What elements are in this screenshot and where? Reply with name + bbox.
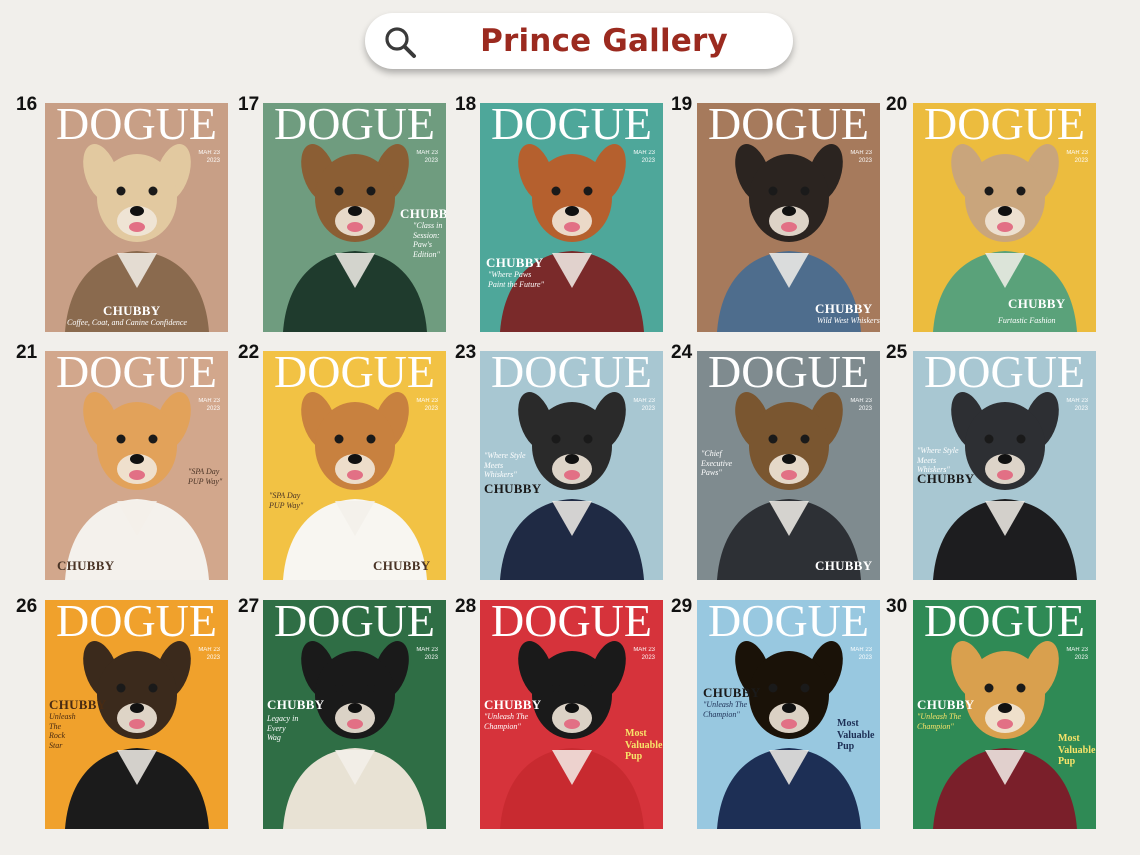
- cover-headline: Most Valuable Pup: [837, 718, 875, 752]
- masthead: DOGUE: [56, 600, 217, 646]
- cover-number: 19: [671, 94, 693, 115]
- cover-number: 17: [238, 94, 260, 115]
- magazine-cover-24[interactable]: DOGUE MAR 23 2023 CHUBBY "Chief Executive P…: [697, 351, 880, 580]
- magazine-cover-20[interactable]: DOGUE MAR 23 2023 CHUBBY Furtastic Fashion: [913, 103, 1096, 332]
- issue-date: MAR 23 2023: [416, 150, 438, 165]
- magazine-cover-25[interactable]: DOGUE MAR 23 2023 CHUBBY "Where Style Meets…: [913, 351, 1096, 580]
- issue-date: MAR 23 2023: [633, 647, 655, 662]
- cover-tagline: "SPA Day PUP Way": [269, 491, 304, 510]
- brand-label: CHUBBY: [103, 303, 161, 318]
- cover-number: 23: [455, 342, 477, 363]
- brand-label: CHUBBY: [917, 697, 975, 712]
- cover-tagline: "Where Style Meets Whiskers": [484, 451, 526, 480]
- cover-tagline: "Chief Executive Paws": [701, 449, 733, 478]
- issue-date: MAR 23 2023: [1066, 150, 1088, 165]
- brand-label: CHUBBY: [57, 558, 115, 573]
- cover-grid: 16 DOGUE MAR 23 2023 CHUBBY Coffee, Coat, an…: [0, 0, 1140, 855]
- issue-date: MAR 23 2023: [850, 150, 872, 165]
- cover-number: 25: [886, 342, 908, 363]
- magazine-cover-18[interactable]: DOGUE MAR 23 2023 CHUBBY "Where Paws Paint …: [480, 103, 663, 332]
- issue-date: MAR 23 2023: [416, 647, 438, 662]
- cover-tagline: "Where Style Meets Whiskers": [917, 446, 959, 475]
- issue-date: MAR 23 2023: [1066, 647, 1088, 662]
- cover-number: 27: [238, 596, 260, 617]
- magazine-cover-17[interactable]: DOGUEMAR 23 2023 CHUBBY"Class in Session:…: [263, 103, 446, 332]
- cover-headline: Most Valuable Pup: [625, 728, 663, 762]
- masthead: DOGUE: [491, 103, 652, 149]
- masthead: DOGUE: [708, 103, 869, 149]
- cover-tagline: "Unleash The Champion": [703, 700, 748, 719]
- masthead: DOGUE: [708, 600, 869, 646]
- issue-date: MAR 23 2023: [633, 398, 655, 413]
- magazine-cover-26[interactable]: DOGUE MAR 23 2023 CHUBBY Unleash The Rock S…: [45, 600, 228, 829]
- cover-number: 20: [886, 94, 908, 115]
- magazine-cover-22[interactable]: DOGUE MAR 23 2023 CHUBBY "SPA Day PUP Way": [263, 351, 446, 580]
- masthead: DOGUE: [274, 351, 435, 397]
- cover-number: 30: [886, 596, 908, 617]
- issue-date: MAR 23 2023: [633, 150, 655, 165]
- brand-label: CHUBBY: [400, 206, 446, 221]
- cover-number: 24: [671, 342, 693, 363]
- magazine-cover-21[interactable]: DOGUE MAR 23 2023 CHUBBY "SPA Day PUP Way": [45, 351, 228, 580]
- magazine-cover-28[interactable]: DOGUE MAR 23 2023 CHUBBY "Unleash The Champ…: [480, 600, 663, 829]
- magazine-cover-19[interactable]: DOGUE MAR 23 2023 CHUBBY Wild West Whiskers: [697, 103, 880, 332]
- brand-label: CHUBBY: [484, 697, 542, 712]
- brand-label: CHUBBY: [267, 697, 325, 712]
- cover-tagline: "Unleash The Champion": [484, 712, 529, 731]
- cover-tagline: Legacy in Every Wag: [267, 714, 299, 743]
- issue-date: MAR 23 2023: [198, 398, 220, 413]
- masthead: DOGUE: [56, 351, 217, 397]
- cover-tagline: Furtastic Fashion: [998, 316, 1056, 325]
- brand-label: CHUBBY: [486, 255, 544, 270]
- cover-tagline: "Unleash The Champion": [917, 712, 962, 731]
- cover-tagline: "Where Paws Paint the Future": [488, 270, 544, 289]
- masthead: DOGUE: [56, 103, 217, 149]
- cover-tagline: "Class in Session: Paw's Edition": [413, 221, 443, 259]
- issue-date: MAR 23 2023: [198, 647, 220, 662]
- issue-date: MAR 23 2023: [1066, 398, 1088, 413]
- issue-date: MAR 23 2023: [416, 398, 438, 413]
- masthead: DOGUE: [491, 351, 652, 397]
- brand-label: CHUBBY: [815, 301, 873, 316]
- magazine-cover-23[interactable]: DOGUE MAR 23 2023 CHUBBY "Where Style Meets…: [480, 351, 663, 580]
- issue-date: MAR 23 2023: [198, 150, 220, 165]
- cover-number: 18: [455, 94, 477, 115]
- cover-number: 22: [238, 342, 260, 363]
- magazine-cover-16[interactable]: DOGUE MAR 23 2023 CHUBBY Coffee, Coat, and …: [45, 103, 228, 332]
- magazine-cover-30[interactable]: DOGUE MAR 23 2023 CHUBBY "Unleash The Champ…: [913, 600, 1096, 829]
- masthead: DOGUE: [274, 600, 435, 646]
- masthead: DOGUE: [924, 103, 1085, 149]
- masthead: DOGUE: [274, 103, 435, 149]
- brand-label: CHUBBY: [1008, 296, 1066, 311]
- cover-tagline: Wild West Whiskers: [817, 316, 880, 325]
- brand-label: CHUBBY: [703, 685, 761, 700]
- cover-tagline: "SPA Day PUP Way": [188, 467, 223, 486]
- brand-label: CHUBBY: [373, 558, 431, 573]
- cover-number: 26: [16, 596, 38, 617]
- issue-date: MAR 23 2023: [850, 647, 872, 662]
- masthead: DOGUE: [708, 351, 869, 397]
- magazine-cover-27[interactable]: DOGUE MAR 23 2023 CHUBBY Legacy in Every Wa…: [263, 600, 446, 829]
- masthead: DOGUE: [924, 600, 1085, 646]
- cover-number: 29: [671, 596, 693, 617]
- masthead: DOGUE: [491, 600, 652, 646]
- cover-number: 16: [16, 94, 38, 115]
- cover-number: 21: [16, 342, 38, 363]
- cover-tagline: Coffee, Coat, and Canine Confidence: [67, 318, 187, 327]
- brand-label: CHUBBY: [815, 558, 873, 573]
- magazine-cover-29[interactable]: DOGUE MAR 23 2023 CHUBBY "Unleash The Champ…: [697, 600, 880, 829]
- cover-number: 28: [455, 596, 477, 617]
- cover-headline: Most Valuable Pup: [1058, 733, 1096, 767]
- cover-tagline: Unleash The Rock Star: [49, 712, 76, 750]
- brand-label: CHUBBY: [484, 481, 542, 496]
- issue-date: MAR 23 2023: [850, 398, 872, 413]
- brand-label: CHUBBY: [49, 697, 107, 712]
- masthead: DOGUE: [924, 351, 1085, 397]
